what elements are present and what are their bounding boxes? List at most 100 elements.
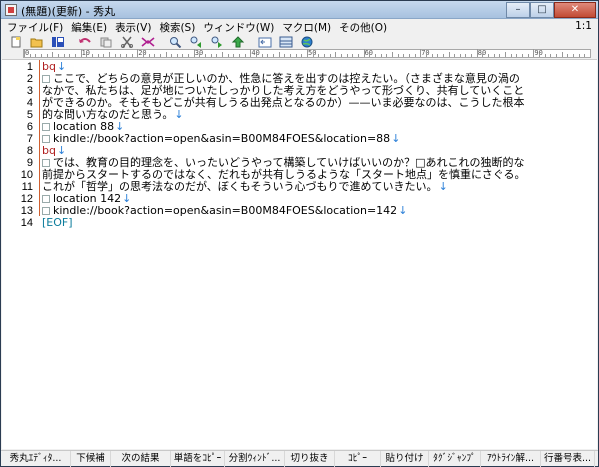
ruler-tick xyxy=(510,54,512,57)
menu-search[interactable]: 検索(S) xyxy=(155,20,199,35)
ruler-tick xyxy=(80,49,82,57)
line-number: 8 xyxy=(26,145,33,157)
search-prev-icon[interactable] xyxy=(189,36,203,48)
ruler-tick xyxy=(40,54,42,57)
paste-icon[interactable] xyxy=(141,36,155,48)
undo-icon[interactable] xyxy=(78,36,92,48)
ruler-tick xyxy=(244,54,246,57)
ruler-tick xyxy=(29,54,31,57)
hidemaru-app-icon[interactable] xyxy=(5,4,17,16)
ruler-tick xyxy=(357,54,359,57)
function-key-button[interactable]: 秀丸ｴﾃﾞｨﾀ... xyxy=(1,450,71,467)
ruler-tick xyxy=(516,54,518,57)
menu-file[interactable]: ファイル(F) xyxy=(1,20,67,35)
ruler-tick xyxy=(273,54,275,57)
copy-icon[interactable] xyxy=(99,36,113,48)
ruler-tick xyxy=(403,54,405,57)
ruler-tick xyxy=(216,54,218,57)
ruler-tick xyxy=(171,54,173,57)
text-line[interactable]: kindle://book?action=open&asin=B00M84FOE… xyxy=(42,205,407,217)
new-file-icon[interactable] xyxy=(9,36,23,48)
ruler-tick xyxy=(63,54,65,57)
search-icon[interactable] xyxy=(168,36,182,48)
ruler-tick xyxy=(120,54,122,57)
ruler-tick xyxy=(448,52,450,57)
function-key-button[interactable]: 次の結果 xyxy=(111,450,171,467)
newline-marker: ↓ xyxy=(438,180,448,193)
line-number: 5 xyxy=(26,109,33,121)
full-width-space-marker xyxy=(42,135,50,143)
ruler-tick xyxy=(352,54,354,57)
menu-bar: ファイル(F) 編集(E) 表示(V) 検索(S) ウィンドウ(W) マクロ(M… xyxy=(1,19,598,35)
function-key-button[interactable]: 単語をｺﾋﾟｰ xyxy=(171,450,225,467)
function-key-button[interactable]: ﾀｸﾞｼﾞｬﾝﾌﾟ xyxy=(429,450,481,467)
ruler-tick xyxy=(397,54,399,57)
menu-macro[interactable]: マクロ(M) xyxy=(278,20,335,35)
window-split-icon[interactable] xyxy=(258,36,272,48)
maximize-button[interactable]: □ xyxy=(530,2,554,18)
ruler-tick xyxy=(454,54,456,57)
ruler-tick xyxy=(199,54,201,57)
line-number: 10 xyxy=(20,169,33,181)
menu-edit[interactable]: 編集(E) xyxy=(67,20,111,35)
function-key-button[interactable]: 貼り付け xyxy=(381,450,429,467)
ruler-tick xyxy=(420,49,422,57)
close-button[interactable]: ✕ xyxy=(554,2,596,18)
function-key-button[interactable]: 下候補 xyxy=(71,450,111,467)
menu-view[interactable]: 表示(V) xyxy=(111,20,155,35)
full-width-space-marker xyxy=(42,159,50,167)
ruler-tick xyxy=(522,54,524,57)
text-editor[interactable]: 1 2 3 4 5 6 7 8 9 10 11 12 13 14 bq↓ ここで、どちらの意見が正しいのか、… xyxy=(2,59,597,449)
ruler-tick xyxy=(205,54,207,57)
save-icon[interactable] xyxy=(51,36,65,48)
function-key-button[interactable]: ｺﾋﾟｰ xyxy=(335,450,381,467)
ruler-tick xyxy=(471,54,473,57)
menu-other[interactable]: その他(O) xyxy=(335,20,391,35)
ruler-tick xyxy=(159,54,161,57)
function-key-button[interactable]: 切り抜き xyxy=(285,450,335,467)
ruler-tick xyxy=(148,54,150,57)
ruler-tick xyxy=(442,54,444,57)
open-folder-icon[interactable] xyxy=(30,36,44,48)
ruler-tick xyxy=(369,54,371,57)
globe-icon[interactable] xyxy=(300,36,314,48)
menu-window[interactable]: ウィンドウ(W) xyxy=(199,20,278,35)
search-next-icon[interactable] xyxy=(210,36,224,48)
newline-marker: ↓ xyxy=(398,204,408,217)
ruler-tick xyxy=(578,54,580,57)
ruler-tick xyxy=(584,54,586,57)
function-key-button[interactable]: ｱｳﾄﾗｲﾝ解... xyxy=(481,450,541,467)
cut-icon[interactable] xyxy=(120,36,134,48)
ruler-tick xyxy=(114,54,116,57)
ruler-tick xyxy=(125,54,127,57)
ruler-tick xyxy=(544,54,546,57)
ruler-tick xyxy=(239,54,241,57)
ruler-tick xyxy=(312,54,314,57)
ruler-tick xyxy=(539,54,541,57)
ruler-tick xyxy=(267,54,269,57)
ruler-tick xyxy=(363,49,365,57)
ruler-tick xyxy=(261,54,263,57)
function-key-button[interactable]: 分割ｳｨﾝﾄﾞ... xyxy=(225,450,285,467)
line-text: kindle://book?action=open&asin=B00M84FOE… xyxy=(53,204,398,217)
title-bar[interactable]: (無題)(更新) - 秀丸 – □ ✕ xyxy=(1,1,598,19)
ruler-tick xyxy=(193,49,195,57)
editor-window: (無題)(更新) - 秀丸 – □ ✕ ファイル(F) 編集(E) 表示(V) … xyxy=(0,0,599,467)
ruler-tick xyxy=(335,52,337,57)
window-list-icon[interactable] xyxy=(279,36,293,48)
text-line[interactable]: kindle://book?action=open&asin=B00M84FOE… xyxy=(42,133,400,145)
toolbar xyxy=(1,35,598,49)
full-width-space-marker xyxy=(42,195,50,203)
ruler-tick xyxy=(97,54,99,57)
newline-marker: ↓ xyxy=(174,108,184,121)
ruler-tick xyxy=(295,54,297,57)
ruler-tick xyxy=(131,54,133,57)
ruler-tick xyxy=(323,54,325,57)
jump-icon[interactable] xyxy=(231,36,245,48)
ruler-tick xyxy=(24,49,25,57)
text-line[interactable]: [EOF] xyxy=(42,217,73,229)
function-key-button[interactable]: 行番号表... xyxy=(541,450,595,467)
minimize-button[interactable]: – xyxy=(506,2,530,18)
line-number: 13 xyxy=(20,205,33,217)
ruler-tick xyxy=(425,54,427,57)
